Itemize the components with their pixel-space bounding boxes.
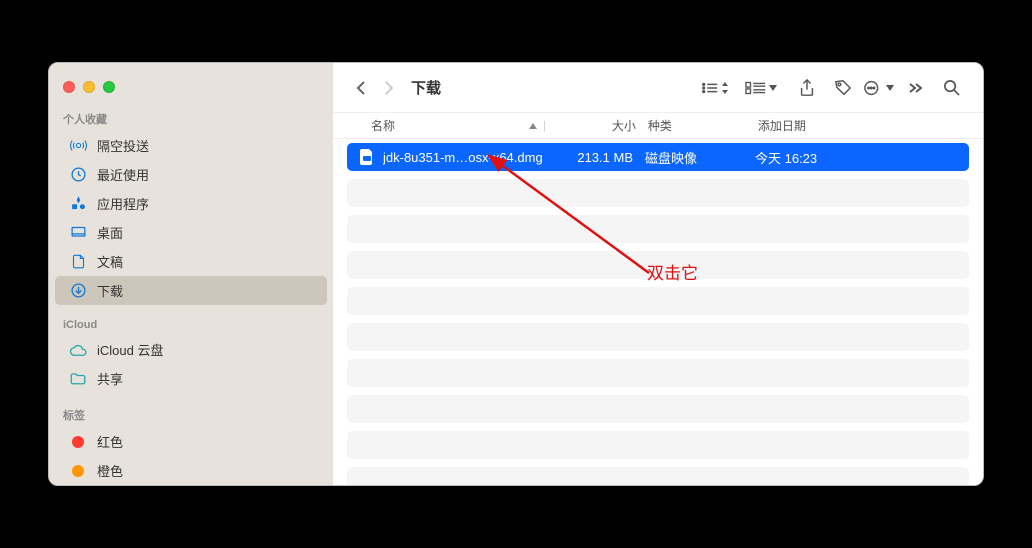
window-title: 下载 bbox=[411, 77, 441, 98]
more-button[interactable] bbox=[861, 74, 897, 102]
sidebar-item-applications[interactable]: 应用程序 bbox=[55, 189, 327, 218]
airdrop-icon bbox=[69, 137, 87, 155]
sidebar-item-recents[interactable]: 最近使用 bbox=[55, 160, 327, 189]
empty-row bbox=[347, 359, 969, 387]
sidebar-item-desktop[interactable]: 桌面 bbox=[55, 218, 327, 247]
sidebar-item-shared[interactable]: 共享 bbox=[55, 364, 327, 393]
tag-icon bbox=[69, 433, 87, 451]
file-kind: 磁盘映像 bbox=[645, 148, 755, 167]
column-header-kind[interactable]: 种类 bbox=[648, 117, 758, 134]
chevron-down-icon bbox=[769, 85, 777, 91]
group-button[interactable] bbox=[733, 74, 789, 102]
sidebar-item-label: 红色 bbox=[97, 432, 123, 451]
back-button[interactable] bbox=[347, 74, 375, 102]
tag-icon bbox=[69, 462, 87, 480]
sidebar-item-label: 最近使用 bbox=[97, 165, 149, 184]
sidebar-item-label: 应用程序 bbox=[97, 194, 149, 213]
column-headers: 名称 | 大小 种类 添加日期 bbox=[333, 113, 983, 139]
empty-row bbox=[347, 395, 969, 423]
dmg-file-icon bbox=[359, 149, 375, 165]
apps-icon bbox=[69, 195, 87, 213]
toolbar: 下载 bbox=[333, 63, 983, 113]
sidebar-item-airdrop[interactable]: 隔空投送 bbox=[55, 131, 327, 160]
share-button[interactable] bbox=[789, 74, 825, 102]
sidebar-item-label: 下载 bbox=[97, 281, 123, 300]
downloads-icon bbox=[69, 282, 87, 300]
chevron-down-icon bbox=[886, 85, 894, 91]
file-name: jdk-8u351-m…osx-x64.dmg bbox=[383, 150, 561, 165]
empty-row bbox=[347, 323, 969, 351]
sidebar-item-label: 文稿 bbox=[97, 252, 123, 271]
finder-window: 个人收藏 隔空投送 最近使用 应用程序 桌面 bbox=[48, 62, 984, 486]
file-size: 213.1 MB bbox=[561, 150, 645, 165]
sidebar-item-label: 共享 bbox=[97, 369, 123, 388]
forward-button[interactable] bbox=[375, 74, 403, 102]
close-button[interactable] bbox=[63, 81, 75, 93]
sidebar-section-tags: 标签 bbox=[49, 403, 333, 427]
shared-folder-icon bbox=[69, 370, 87, 388]
sidebar-item-label: 橙色 bbox=[97, 461, 123, 480]
sidebar-item-downloads[interactable]: 下载 bbox=[55, 276, 327, 305]
clock-icon bbox=[69, 166, 87, 184]
empty-row bbox=[347, 179, 969, 207]
sidebar-section-icloud: iCloud bbox=[49, 315, 333, 335]
file-date: 今天 16:23 bbox=[755, 148, 969, 167]
empty-row bbox=[347, 431, 969, 459]
column-header-date[interactable]: 添加日期 bbox=[758, 117, 983, 134]
sort-indicator-icon bbox=[529, 123, 537, 129]
chevron-updown-icon bbox=[721, 82, 729, 94]
sidebar-item-documents[interactable]: 文稿 bbox=[55, 247, 327, 276]
sidebar-item-icloud-drive[interactable]: iCloud 云盘 bbox=[55, 335, 327, 364]
sidebar-section-favorites: 个人收藏 bbox=[49, 107, 333, 131]
window-controls bbox=[49, 73, 333, 107]
sidebar-item-tag-red[interactable]: 红色 bbox=[55, 427, 327, 456]
sidebar-item-label: 桌面 bbox=[97, 223, 123, 242]
overflow-button[interactable] bbox=[897, 74, 933, 102]
minimize-button[interactable] bbox=[83, 81, 95, 93]
desktop-icon bbox=[69, 224, 87, 242]
tags-button[interactable] bbox=[825, 74, 861, 102]
column-header-name[interactable]: 名称 bbox=[371, 117, 543, 134]
sidebar: 个人收藏 隔空投送 最近使用 应用程序 桌面 bbox=[49, 63, 333, 485]
sidebar-item-tag-orange[interactable]: 橙色 bbox=[55, 456, 327, 485]
column-header-size[interactable]: 大小 bbox=[552, 117, 648, 134]
sidebar-item-label: 隔空投送 bbox=[97, 136, 149, 155]
file-row[interactable]: jdk-8u351-m…osx-x64.dmg 213.1 MB 磁盘映像 今天… bbox=[347, 143, 969, 171]
maximize-button[interactable] bbox=[103, 81, 115, 93]
annotation-text: 双击它 bbox=[647, 259, 698, 284]
sidebar-item-label: iCloud 云盘 bbox=[97, 340, 163, 359]
search-button[interactable] bbox=[933, 74, 969, 102]
empty-row bbox=[347, 287, 969, 315]
cloud-icon bbox=[69, 341, 87, 359]
document-icon bbox=[69, 253, 87, 271]
file-list: jdk-8u351-m…osx-x64.dmg 213.1 MB 磁盘映像 今天… bbox=[333, 139, 983, 485]
empty-row bbox=[347, 467, 969, 485]
view-mode-button[interactable] bbox=[697, 74, 733, 102]
empty-row bbox=[347, 215, 969, 243]
